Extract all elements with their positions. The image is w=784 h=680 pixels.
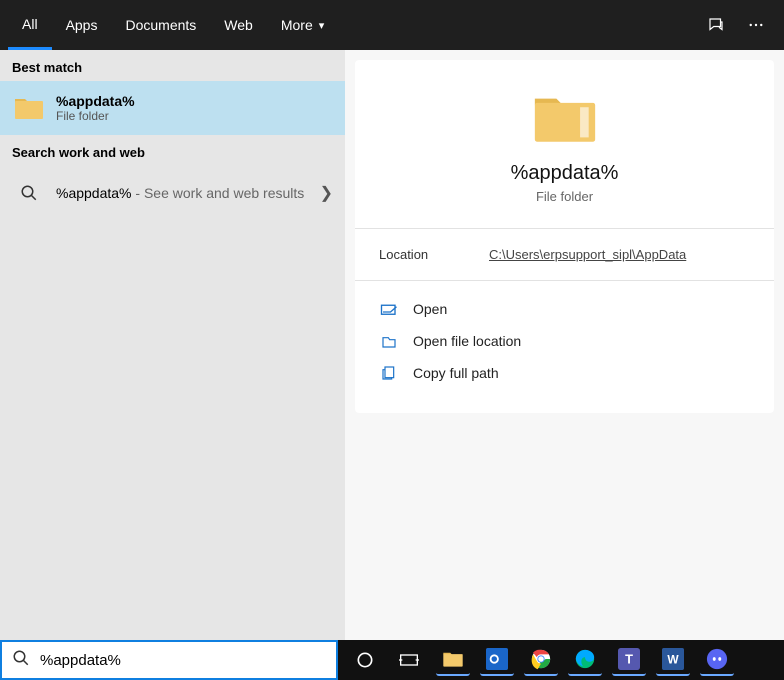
preview-card: %appdata% File folder Location C:\Users\… <box>355 60 774 413</box>
search-body: Best match %appdata% File folder Search … <box>0 50 784 640</box>
folder-large-icon <box>531 90 599 146</box>
preview-subtitle: File folder <box>536 189 593 204</box>
taskbar-chrome[interactable] <box>524 644 558 676</box>
cortana-icon <box>355 650 375 670</box>
tab-all-label: All <box>22 16 38 32</box>
web-result-suffix: - See work and web results <box>132 185 305 201</box>
results-pane: Best match %appdata% File folder Search … <box>0 50 345 640</box>
tab-documents[interactable]: Documents <box>111 0 210 50</box>
chevron-down-icon: ▾ <box>319 19 325 32</box>
tab-documents-label: Documents <box>125 17 196 33</box>
chrome-icon <box>530 648 552 670</box>
folder-icon <box>12 91 46 125</box>
section-best-match: Best match <box>0 50 345 81</box>
feedback-button[interactable] <box>696 0 736 50</box>
location-link[interactable]: C:\Users\erpsupport_sipl\AppData <box>489 247 686 262</box>
taskbar-explorer[interactable] <box>436 644 470 676</box>
more-options-button[interactable] <box>736 0 776 50</box>
chevron-right-icon: ❯ <box>320 183 333 203</box>
word-icon: W <box>662 648 684 670</box>
action-open[interactable]: Open <box>371 293 758 325</box>
open-location-icon <box>379 333 399 349</box>
taskbar-taskview[interactable] <box>392 644 426 676</box>
action-open-label: Open <box>413 301 447 317</box>
teams-icon: T <box>618 648 640 670</box>
preview-actions: Open Open file location Copy full path <box>355 281 774 401</box>
discord-icon <box>706 648 728 670</box>
taskview-icon <box>399 652 419 668</box>
tab-all[interactable]: All <box>8 0 52 50</box>
search-tabstrip: All Apps Documents Web More ▾ <box>0 0 784 50</box>
preview-title: %appdata% <box>511 162 619 185</box>
taskbar-discord[interactable] <box>700 644 734 676</box>
result-title: %appdata% <box>56 93 135 109</box>
taskbar-teams[interactable]: T <box>612 644 646 676</box>
tab-web-label: Web <box>224 17 253 33</box>
action-open-location[interactable]: Open file location <box>371 325 758 357</box>
taskbar: T W <box>338 640 784 680</box>
search-input[interactable] <box>40 652 326 669</box>
preview-header: %appdata% File folder <box>355 60 774 228</box>
outlook-icon <box>486 648 508 670</box>
svg-text:W: W <box>667 653 679 667</box>
tab-more[interactable]: More ▾ <box>267 0 338 50</box>
action-copy-path[interactable]: Copy full path <box>371 357 758 389</box>
open-icon <box>379 301 399 317</box>
taskbar-cortana[interactable] <box>348 644 382 676</box>
tab-more-label: More <box>281 17 313 33</box>
web-result[interactable]: %appdata% - See work and web results ❯ <box>0 166 345 220</box>
section-search-web: Search work and web <box>0 135 345 166</box>
best-match-result[interactable]: %appdata% File folder <box>0 81 345 135</box>
tab-apps-label: Apps <box>66 17 98 33</box>
copy-icon <box>379 365 399 381</box>
tab-web[interactable]: Web <box>210 0 267 50</box>
tab-apps[interactable]: Apps <box>52 0 112 50</box>
result-subtitle: File folder <box>56 109 135 123</box>
taskbar-outlook[interactable] <box>480 644 514 676</box>
action-copy-path-label: Copy full path <box>413 365 499 381</box>
action-open-location-label: Open file location <box>413 333 521 349</box>
preview-pane: %appdata% File folder Location C:\Users\… <box>345 50 784 640</box>
search-icon <box>12 649 30 672</box>
taskbar-word[interactable]: W <box>656 644 690 676</box>
search-box[interactable] <box>0 640 338 680</box>
explorer-icon <box>442 650 464 668</box>
search-icon <box>12 176 46 210</box>
location-label: Location <box>379 247 489 262</box>
preview-meta: Location C:\Users\erpsupport_sipl\AppDat… <box>355 228 774 281</box>
web-result-text: %appdata% - See work and web results <box>56 185 304 201</box>
taskbar-edge[interactable] <box>568 644 602 676</box>
ellipsis-icon <box>747 16 765 34</box>
result-text: %appdata% File folder <box>56 93 135 123</box>
web-result-query: %appdata% <box>56 185 132 201</box>
edge-icon <box>574 648 596 670</box>
feedback-icon <box>707 16 725 34</box>
svg-text:T: T <box>625 652 633 667</box>
